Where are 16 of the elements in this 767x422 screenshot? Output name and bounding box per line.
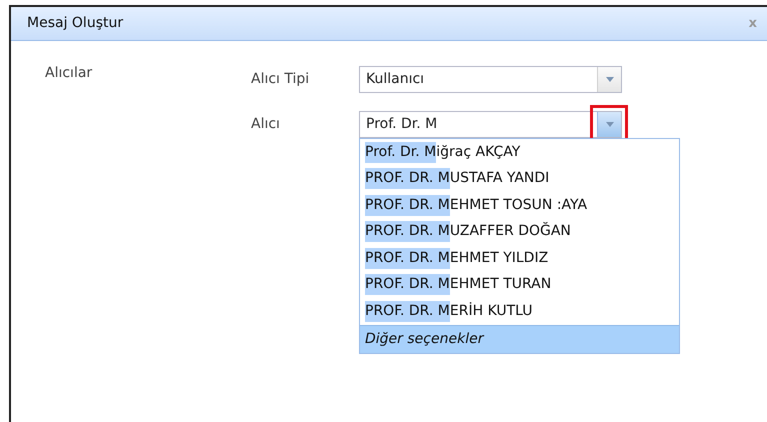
list-item[interactable]: PROF. DR. MERİH KUTLU <box>360 298 679 324</box>
field-label: Alıcı <box>251 115 281 134</box>
caret-icon <box>606 77 614 82</box>
list-item[interactable]: Prof. Dr. Miğraç AKÇAY <box>360 139 679 166</box>
caret-icon <box>606 122 614 127</box>
list-item[interactable]: PROF. DR. MEHMET YILDIZ <box>360 245 679 272</box>
combo-field[interactable]: Kullanıcı <box>359 66 622 93</box>
field-label: Alıcı Tipi <box>251 70 310 89</box>
more-options-item[interactable]: Diğer seçenekler <box>360 324 679 352</box>
section-label: Alıcılar <box>45 64 94 83</box>
dropdown-button[interactable] <box>597 67 621 92</box>
window-title: Mesaj Oluştur <box>27 14 124 33</box>
list-item[interactable]: PROF. DR. MEHMET TOSUN :AYA <box>360 192 679 218</box>
list-item[interactable]: PROF. DR. MUZAFFER DOĞAN <box>360 218 679 245</box>
list-item[interactable]: PROF. DR. MUSTAFA YANDI <box>360 166 679 192</box>
list-item[interactable]: PROF. DR. MEHMET TURAN <box>360 272 679 298</box>
